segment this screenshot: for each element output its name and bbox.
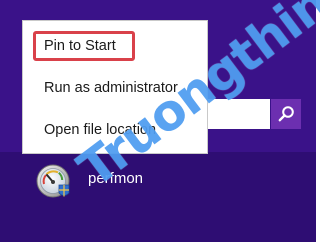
app-result-label: perfmon bbox=[88, 170, 144, 187]
menu-item-pin-to-start[interactable]: Pin to Start bbox=[23, 29, 209, 63]
performance-monitor-icon bbox=[36, 164, 70, 198]
menu-item-label: Run as administrator bbox=[44, 80, 178, 96]
search-icon bbox=[278, 106, 294, 122]
app-result-item[interactable]: perfmon bbox=[36, 164, 176, 202]
menu-item-run-as-administrator[interactable]: Run as administrator bbox=[23, 71, 209, 105]
menu-item-label: Pin to Start bbox=[44, 38, 116, 54]
context-menu: Pin to Start Run as administrator Open f… bbox=[22, 20, 208, 154]
menu-item-open-file-location[interactable]: Open file location bbox=[23, 113, 209, 147]
menu-item-label: Open file location bbox=[44, 122, 157, 138]
search-button[interactable] bbox=[271, 99, 301, 129]
